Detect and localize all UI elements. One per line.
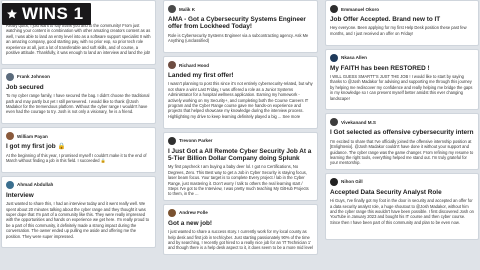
post-card[interactable]: Trevonn Parker I Just Got a All Remote C…: [163, 131, 318, 201]
post-body: At the beginning of this year, I promise…: [6, 152, 147, 164]
post-card[interactable]: Ahmad Abdullah Interview Just wanted to …: [1, 175, 156, 249]
post-card[interactable]: Nihon Gill Accepted Data Security Analys…: [325, 172, 479, 240]
post-title[interactable]: Job secured: [6, 84, 151, 91]
avatar[interactable]: [330, 118, 338, 127]
post-column-1: Really quick, I just want to say thank y…: [1, 0, 156, 270]
post-body: I'm excited to share that I've officiall…: [330, 138, 474, 166]
post-title[interactable]: Got a new job!: [168, 220, 313, 227]
post-title[interactable]: My FAITH has been RESTORED !: [330, 65, 474, 72]
avatar[interactable]: [168, 136, 176, 145]
post-author[interactable]: Frank Johnson: [17, 74, 50, 79]
post-card[interactable]: Richard Hood Landed my first offer! I wa…: [163, 56, 318, 129]
post-body: Hey everyone. Been applying for my first…: [330, 25, 467, 36]
post-column-2: Malik K AMA - Got a Cybersecurity System…: [163, 0, 318, 270]
wins-channel-badge: WINS 1: [2, 3, 91, 25]
post-title[interactable]: Landed my first offer!: [168, 72, 313, 79]
post-body: Just wanted to share this, I had an inte…: [6, 201, 150, 239]
post-title[interactable]: Accepted Data Security Analyst Role: [330, 189, 474, 196]
post-title[interactable]: Job Offer Accepted. Brand new to IT: [330, 16, 474, 23]
avatar[interactable]: [168, 208, 176, 217]
avatar[interactable]: [330, 5, 338, 13]
post-card[interactable]: Andrew Folle Got a new job! I just wante…: [163, 203, 318, 255]
post-title[interactable]: AMA - Got a Cybersecurity Systems Engine…: [168, 16, 313, 31]
star-icon: [7, 9, 17, 19]
badge-label: WINS 1: [22, 4, 84, 23]
post-author[interactable]: Ahmad Abdullah: [17, 182, 53, 187]
post-column-3: Emmanuel Okoro Job Offer Accepted. Brand…: [325, 0, 479, 270]
post-title[interactable]: Interview: [6, 192, 151, 199]
post-card[interactable]: Nkasa Allen My FAITH has been RESTORED !…: [325, 48, 479, 111]
avatar[interactable]: [330, 177, 338, 186]
avatar[interactable]: [168, 5, 176, 13]
post-card[interactable]: William Payan I got my first job 🔒 At th…: [1, 127, 156, 173]
post-author[interactable]: William Payan: [17, 134, 48, 139]
post-card[interactable]: Frank Johnson Job secured To my cyber ra…: [1, 67, 156, 125]
avatar[interactable]: [6, 72, 14, 81]
post-author[interactable]: Trevonn Parker: [179, 138, 212, 143]
community-wins-board: WINS 1 Really quick, I just want to say …: [0, 0, 480, 270]
avatar[interactable]: [168, 61, 176, 69]
post-body: Hi Guys, I've finally got my foot in the…: [330, 198, 474, 225]
post-author[interactable]: Nkasa Allen: [341, 55, 367, 60]
post-body: I just wanted to share a success story. …: [168, 229, 313, 251]
post-author[interactable]: Andrew Folle: [179, 210, 208, 215]
post-body: I wasn't planning to post this since it'…: [168, 81, 313, 119]
avatar[interactable]: [330, 53, 338, 62]
post-card[interactable]: Emmanuel Okoro Job Offer Accepted. Brand…: [325, 0, 479, 46]
post-author[interactable]: Malik K: [179, 7, 195, 12]
post-author[interactable]: Vivekanand M.S: [341, 120, 376, 125]
post-body: To my cyber range family, I have secured…: [6, 93, 150, 115]
post-title[interactable]: I got my first job 🔒: [6, 143, 151, 150]
post-author[interactable]: Richard Hood: [179, 63, 209, 68]
avatar[interactable]: [6, 132, 14, 141]
post-card[interactable]: Vivekanand M.S I Got selected as offensi…: [325, 113, 479, 170]
avatar[interactable]: [6, 180, 14, 189]
post-body: Really quick, I just want to say thank y…: [6, 23, 151, 56]
post-author[interactable]: Emmanuel Okoro: [341, 7, 379, 12]
post-body: I WILL GUESS SMARTT'S JUST THE JOB ! I w…: [330, 74, 473, 101]
post-title[interactable]: I Got selected as offensive cybersecurit…: [330, 129, 474, 136]
post-body: Role is Cybersecurity Systems Engineer v…: [168, 32, 309, 44]
post-body: My first paycheck I am buying a baby dee…: [168, 164, 309, 197]
post-author[interactable]: Nihon Gill: [341, 179, 363, 184]
post-title[interactable]: I Just Got a All Remote Cyber Security J…: [168, 148, 313, 163]
post-card[interactable]: Malik K AMA - Got a Cybersecurity System…: [163, 0, 318, 53]
